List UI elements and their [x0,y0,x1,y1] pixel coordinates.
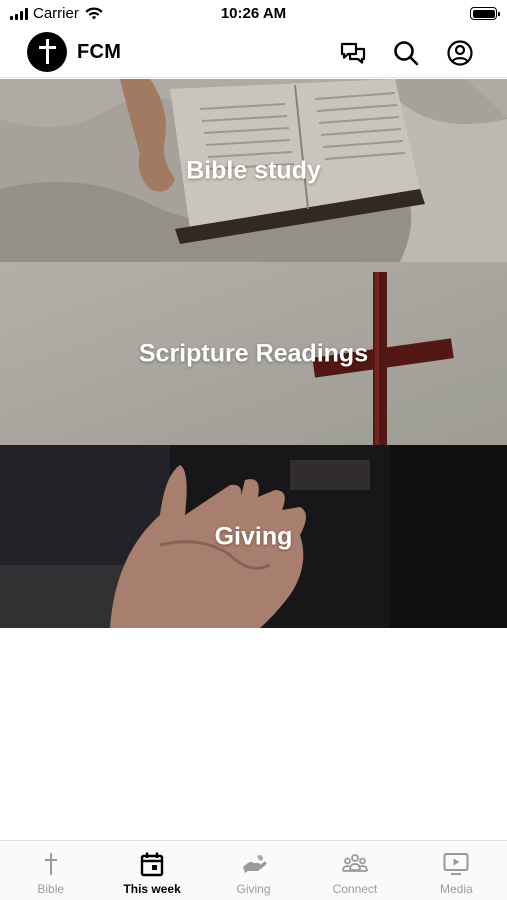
app-logo[interactable] [27,32,67,72]
tab-giving[interactable]: Giving [203,841,304,900]
giving-hand-icon [240,850,268,878]
card-label: Bible study [186,156,321,184]
calendar-icon [138,850,166,878]
card-label: Giving [214,522,293,550]
app-name: FCM [77,41,122,63]
tab-connect[interactable]: Connect [304,841,405,900]
app-header: FCM [0,28,507,78]
card-scripture-readings[interactable]: Scripture Readings [0,262,507,445]
status-bar: Carrier 10:26 AM [0,0,507,28]
search-icon[interactable] [391,38,421,68]
tab-this-week[interactable]: This week [101,841,202,900]
card-giving[interactable]: Giving [0,445,507,628]
tab-label: Connect [332,882,378,896]
cross-icon [37,850,65,878]
tab-bar: Bible This week Giving Connect Media [0,840,507,900]
account-icon[interactable] [445,38,475,68]
tab-label: Giving [236,882,271,896]
tab-media[interactable]: Media [406,841,507,900]
chat-icon[interactable] [338,38,368,68]
media-play-icon [442,850,470,878]
status-time: 10:26 AM [220,5,287,22]
group-icon [341,850,369,878]
tab-label: Bible [37,882,65,896]
battery-icon [470,7,500,20]
tab-bible[interactable]: Bible [0,841,101,900]
tab-label: This week [123,882,181,896]
tab-label: Media [439,882,473,896]
card-bible-study[interactable]: Bible study [0,79,507,262]
card-label: Scripture Readings [138,339,369,367]
